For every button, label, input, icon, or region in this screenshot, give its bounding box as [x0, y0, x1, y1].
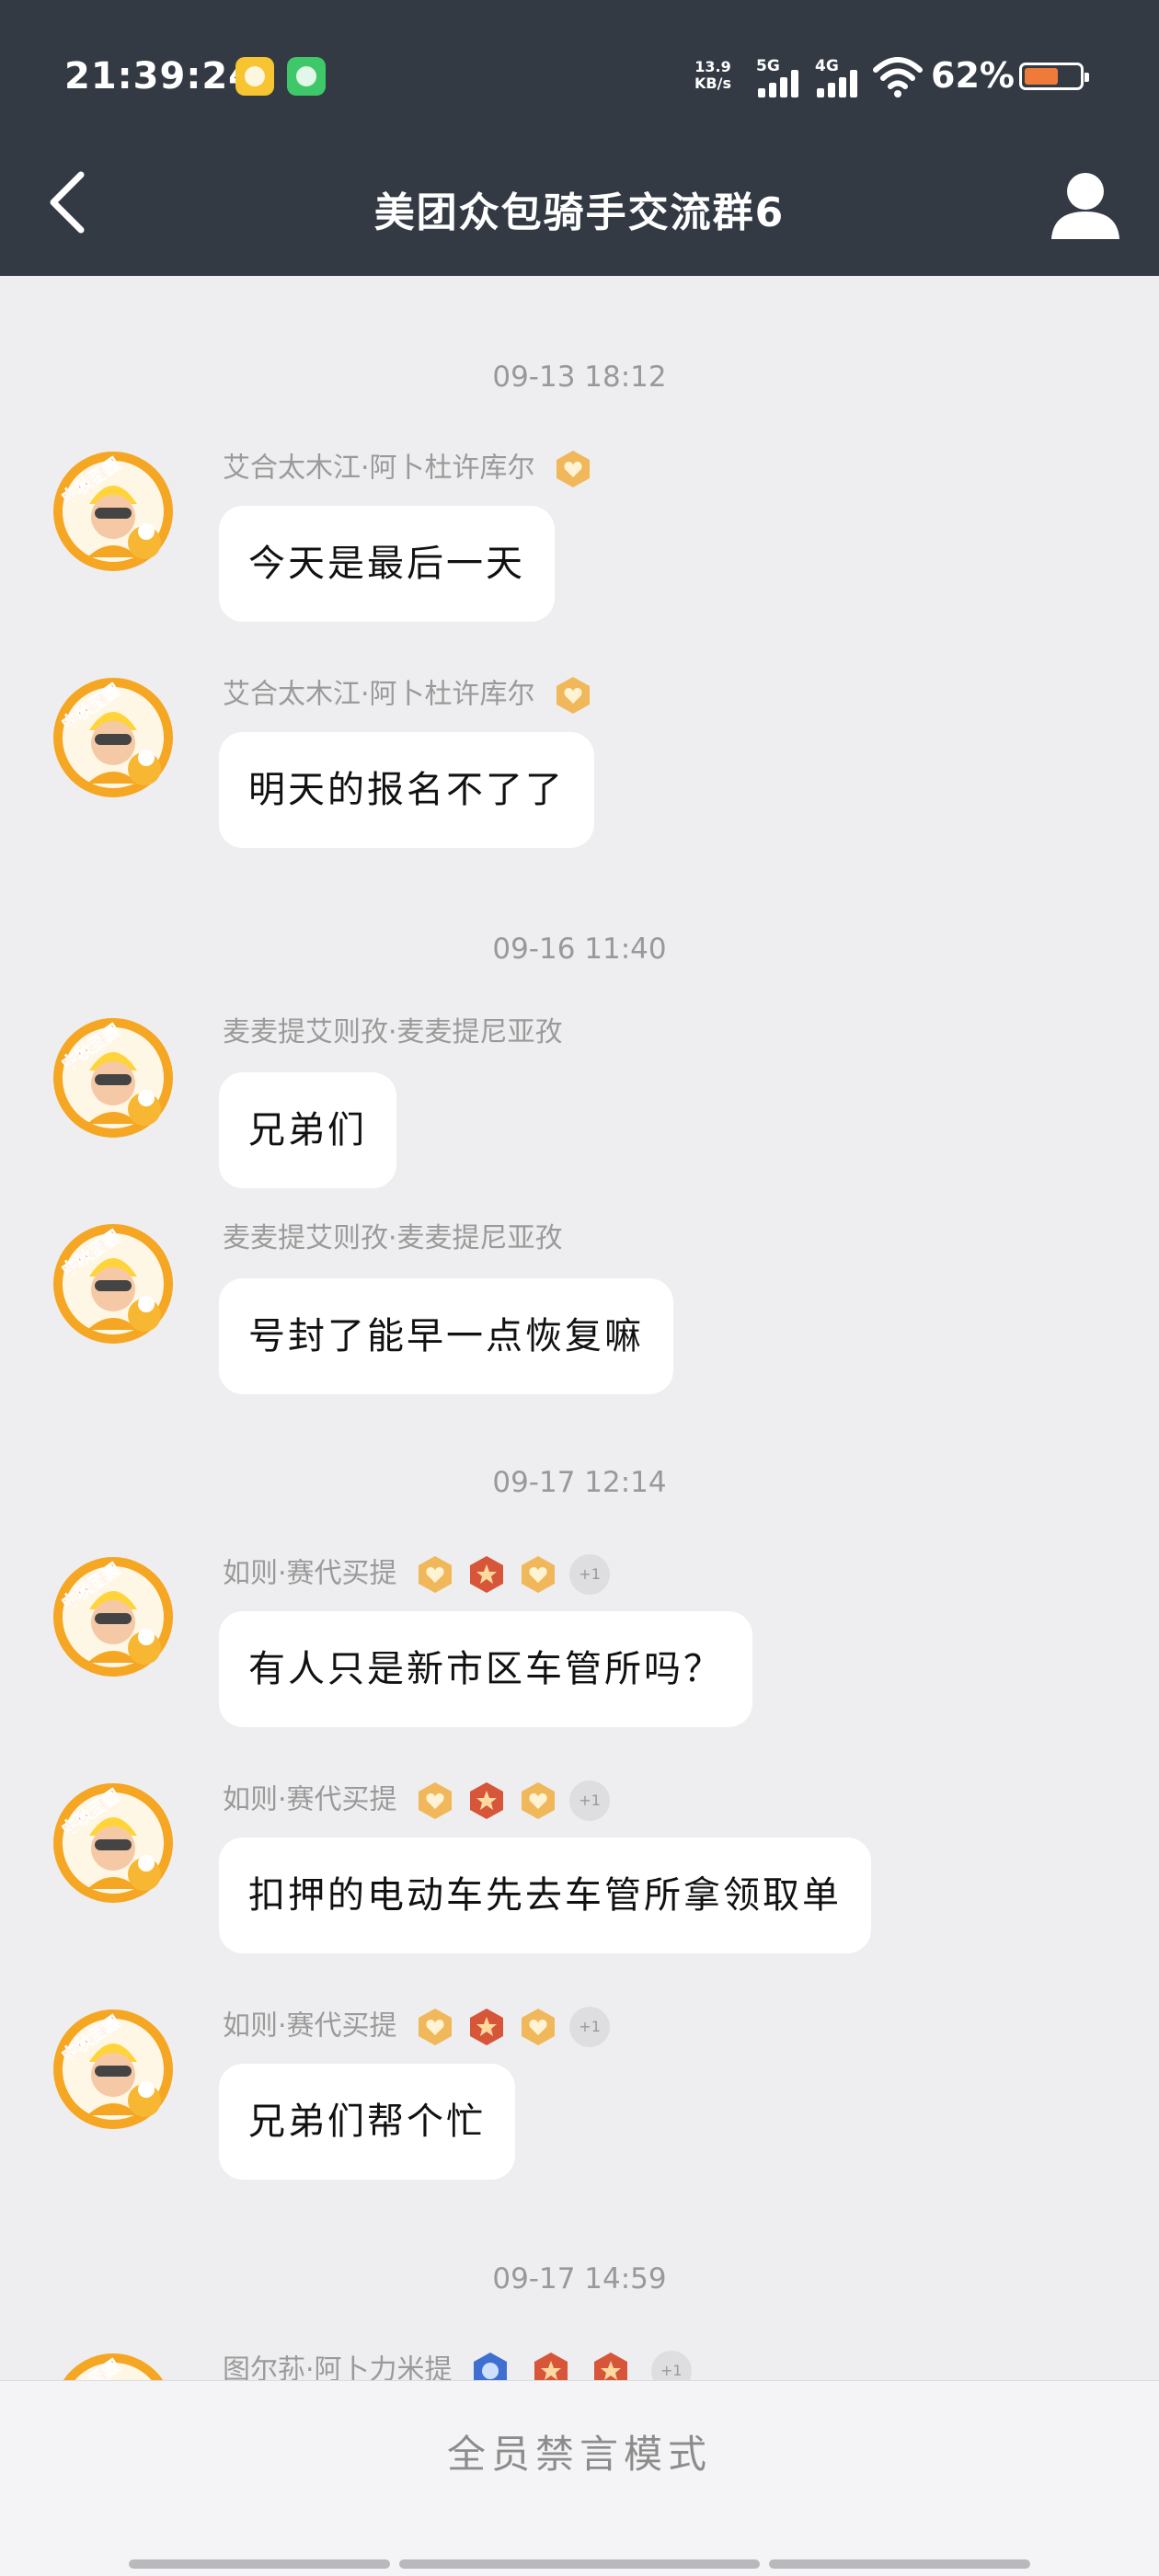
heart-badge-icon — [419, 1556, 453, 1593]
battery-level-fill — [1025, 68, 1058, 85]
sender-name: 麦麦提艾则孜·麦麦提尼亚孜 — [223, 1015, 563, 1050]
member-badges — [553, 675, 604, 716]
signal-5g-icon: 5G — [756, 57, 811, 97]
sender-name: 麦麦提艾则孜·麦麦提尼亚孜 — [223, 1221, 563, 1256]
network-speed: 13.9 KB/s — [694, 59, 731, 92]
heart-badge-icon — [557, 677, 591, 714]
star-badge-icon — [470, 1782, 504, 1819]
heart-badge-icon — [419, 2009, 453, 2045]
wifi-icon — [873, 57, 923, 97]
app-notification-icon — [235, 57, 274, 96]
heart-badge-icon — [522, 2009, 556, 2045]
star-badge-icon — [470, 1556, 504, 1593]
member-badges — [553, 449, 604, 489]
input-bar: 全员禁言模式 — [0, 2380, 1159, 2576]
sender-name-text: 艾合太木江·阿卜杜许库尔 — [223, 678, 535, 711]
title-bar: 21:39:24 13.9 KB/s 5G 4G 62% 美团众包骑手交流群6 — [0, 0, 1159, 276]
sender-name: 如则·赛代买提 +1 — [223, 2007, 621, 2047]
avatar[interactable]: 中秋团圆 — [51, 1554, 176, 1679]
person-icon — [1051, 173, 1119, 239]
sender-name: 艾合太木江·阿卜杜许库尔 — [223, 675, 604, 716]
message-bubble[interactable]: 兄弟们 — [219, 1072, 396, 1188]
avatar[interactable]: 中秋团圆 — [51, 2007, 176, 2132]
more-badges-count: +1 — [569, 1554, 611, 1595]
message-bubble[interactable]: 今天是最后一天 — [219, 506, 555, 622]
more-badges-count: +1 — [569, 2007, 611, 2047]
sender-name-text: 如则·赛代买提 — [223, 1783, 397, 1816]
signal-4g-icon: 4G — [815, 57, 870, 97]
avatar[interactable]: 中秋团圆 — [51, 1221, 176, 1346]
chat-timestamp: 09-17 12:14 — [492, 1466, 667, 1499]
avatar[interactable]: 中秋团圆 — [51, 675, 176, 800]
network-speed-value: 13.9 — [694, 58, 731, 75]
sender-name-text: 如则·赛代买提 — [223, 1557, 397, 1590]
scroll-indicator — [129, 2559, 390, 2569]
signal-4g-label: 4G — [815, 57, 839, 75]
network-speed-unit: KB/s — [694, 74, 731, 92]
message-bubble[interactable]: 兄弟们帮个忙 — [219, 2064, 515, 2180]
sender-name-text: 麦麦提艾则孜·麦麦提尼亚孜 — [223, 1222, 563, 1254]
sender-name: 艾合太木江·阿卜杜许库尔 — [223, 449, 604, 489]
message-bubble[interactable]: 有人只是新市区车管所吗？ — [219, 1611, 752, 1727]
video-app-notification-icon — [287, 57, 326, 96]
avatar[interactable]: 中秋团圆 — [51, 1015, 176, 1140]
member-badges: +1 — [415, 2007, 621, 2047]
member-badges: +1 — [415, 1780, 621, 1821]
message-bubble[interactable]: 扣押的电动车先去车管所拿领取单 — [219, 1838, 871, 1953]
heart-badge-icon — [522, 1556, 556, 1593]
star-badge-icon — [470, 2009, 504, 2045]
avatar[interactable]: 中秋团圆 — [51, 449, 176, 574]
mute-mode-label: 全员禁言模式 — [446, 2432, 712, 2477]
sender-name-text: 艾合太木江·阿卜杜许库尔 — [223, 452, 535, 485]
heart-badge-icon — [557, 451, 591, 487]
heart-badge-icon — [419, 1782, 453, 1819]
more-badges-count: +1 — [569, 1780, 611, 1821]
status-time: 21:39:24 — [64, 55, 255, 97]
sender-name-text: 麦麦提艾则孜·麦麦提尼亚孜 — [223, 1016, 563, 1048]
member-badges: +1 — [415, 1554, 621, 1595]
avatar[interactable]: 中秋团圆 — [51, 1780, 176, 1906]
chat-timestamp: 09-13 18:12 — [492, 361, 667, 394]
scroll-indicator — [769, 2559, 1030, 2569]
chat-timestamp: 09-17 14:59 — [492, 2262, 667, 2296]
battery-icon — [1019, 63, 1089, 90]
signal-5g-label: 5G — [756, 57, 780, 75]
sender-name: 如则·赛代买提 +1 — [223, 1554, 621, 1595]
chat-timestamp: 09-16 11:40 — [492, 933, 667, 966]
page-title: 美团众包骑手交流群6 — [373, 189, 786, 236]
message-bubble[interactable]: 号封了能早一点恢复嘛 — [219, 1278, 673, 1394]
battery-percent: 62% — [931, 55, 1015, 96]
scroll-indicator — [399, 2559, 760, 2569]
heart-badge-icon — [522, 1782, 556, 1819]
sender-name-text: 如则·赛代买提 — [223, 2009, 397, 2043]
group-members-button[interactable] — [1044, 164, 1127, 246]
sender-name: 如则·赛代买提 +1 — [223, 1780, 621, 1821]
message-bubble[interactable]: 明天的报名不了了 — [219, 732, 594, 848]
